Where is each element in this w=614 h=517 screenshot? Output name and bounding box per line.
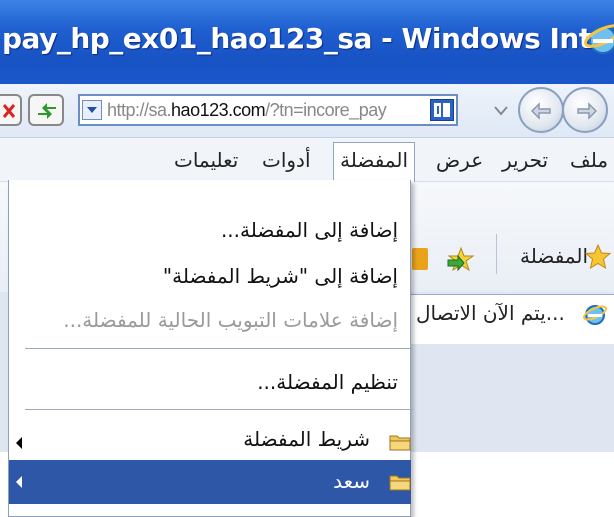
menu-item-organize-favorites[interactable]: تنظيم المفضلة... — [257, 370, 398, 410]
favorites-button-label[interactable]: المفضلة — [520, 244, 588, 268]
ie-logo-icon — [584, 24, 614, 54]
address-field[interactable]: http://sa.hao123.com/?tn=incore_pay — [78, 94, 458, 126]
menu-view[interactable]: عرض — [430, 146, 489, 176]
menu-tools[interactable]: أدوات — [256, 146, 317, 176]
tab-title: يتم الآن الاتصال... — [416, 301, 565, 325]
menu-file[interactable]: ملف — [564, 146, 614, 176]
address-url: http://sa.hao123.com/?tn=incore_pay — [107, 100, 387, 121]
menu-help[interactable]: تعليمات — [168, 146, 244, 176]
stop-button[interactable] — [0, 94, 22, 126]
toolbar-separator — [496, 234, 497, 274]
address-dropdown-button[interactable] — [82, 100, 102, 120]
menu-item-add-to-favorites[interactable]: إضافة إلى المفضلة... — [221, 218, 398, 258]
ie-logo-icon — [582, 305, 608, 325]
menu-edit[interactable]: تحرير — [496, 146, 554, 176]
dropdown-icon — [87, 107, 97, 113]
menu-separator — [25, 409, 413, 410]
add-favorites-icon[interactable] — [446, 246, 476, 272]
back-arrow-icon — [530, 102, 551, 120]
menu-favorites[interactable]: المفضلة — [333, 142, 416, 182]
compatibility-view-button[interactable] — [430, 99, 454, 121]
menu-item-add-current-tabs: إضافة علامات التبويب الحالية للمفضلة... — [63, 308, 398, 332]
back-button[interactable] — [518, 87, 564, 133]
window-title: pay_hp_ex01_hao123_sa - Windows Internet… — [2, 22, 614, 55]
menu-item-saad-folder[interactable]: سعد — [333, 469, 370, 509]
stop-icon — [2, 104, 16, 118]
submenu-arrow-icon — [16, 437, 22, 449]
menu-separator — [25, 348, 413, 349]
url-host: hao123.com — [171, 100, 266, 120]
menu-bar: ملف تحرير عرض المفضلة أدوات تعليمات — [0, 138, 614, 182]
compatibility-view-icon — [434, 103, 450, 117]
toolbar-partial-icon — [412, 248, 428, 270]
folder-icon — [389, 435, 411, 451]
forward-button[interactable] — [562, 87, 608, 133]
url-prefix: http://sa. — [107, 100, 172, 120]
favorites-menu: إضافة إلى المفضلة... إضافة إلى "شريط الم… — [8, 180, 413, 517]
folder-icon — [389, 475, 411, 491]
submenu-arrow-icon — [16, 476, 22, 488]
favorites-star-icon[interactable] — [585, 244, 611, 270]
forward-arrow-icon — [577, 102, 598, 120]
refresh-icon — [38, 103, 56, 119]
url-suffix: /?tn=incore_pay — [265, 100, 387, 120]
refresh-button[interactable] — [28, 94, 64, 126]
menu-item-add-to-favorites-bar[interactable]: إضافة إلى "شريط المفضلة" — [163, 264, 398, 304]
title-bar: pay_hp_ex01_hao123_sa - Windows Internet… — [0, 0, 614, 84]
address-toolbar: http://sa.hao123.com/?tn=incore_pay — [0, 84, 614, 138]
history-dropdown-icon[interactable] — [494, 106, 508, 116]
